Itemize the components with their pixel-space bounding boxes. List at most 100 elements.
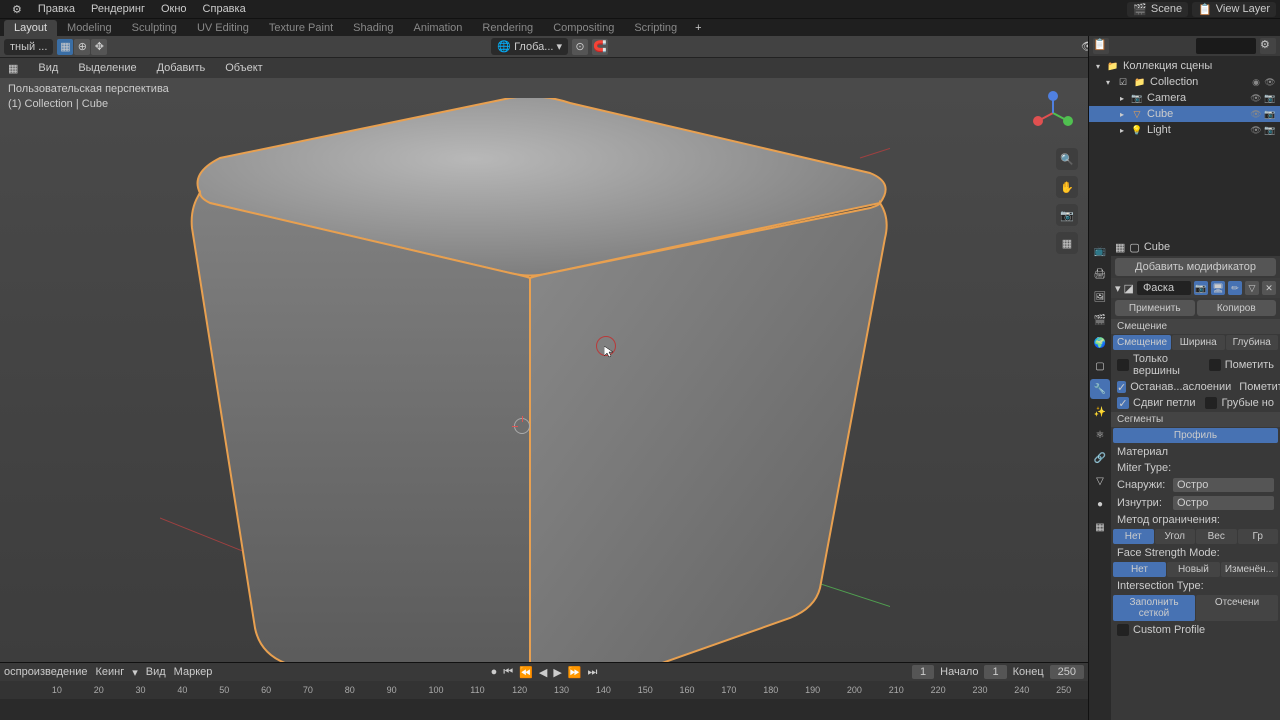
prop-tab-particle[interactable]: ✨ [1090, 402, 1110, 422]
miter-outer[interactable]: Остро [1173, 478, 1274, 492]
prop-tab-modifier[interactable]: 🔧 [1090, 379, 1110, 399]
orientation-dropdown[interactable]: 🌐 Глоба... ▾ [491, 38, 568, 55]
camera-icon[interactable]: 📷 [1056, 204, 1078, 226]
tab-uv[interactable]: UV Editing [187, 20, 259, 36]
zoom-icon[interactable]: 🔍 [1056, 148, 1078, 170]
pivot-icon[interactable]: ⊙ [572, 39, 588, 55]
mod-display-cage[interactable]: ▽ [1245, 281, 1259, 295]
mode-dropdown[interactable]: тный ... [4, 39, 53, 55]
prop-tab-render[interactable]: 📺 [1090, 241, 1110, 261]
tab-texture[interactable]: Texture Paint [259, 20, 343, 36]
tree-scene-collection[interactable]: ▾📁Коллекция сцены [1089, 58, 1280, 74]
prop-tab-world[interactable]: 🌍 [1090, 333, 1110, 353]
tree-camera[interactable]: ▸📷Camera 👁📷 [1089, 90, 1280, 106]
tab-shading[interactable]: Shading [343, 20, 403, 36]
chk-custom-profile[interactable] [1117, 624, 1129, 636]
next-key-icon[interactable]: ⏩ [566, 666, 584, 679]
prop-tab-mesh[interactable]: ▽ [1090, 471, 1110, 491]
prop-tab-scene[interactable]: 🎬 [1090, 310, 1110, 330]
blender-icon[interactable]: ⚙ [4, 3, 30, 16]
add-workspace[interactable]: + [687, 22, 709, 34]
navigation-gizmo[interactable] [1028, 88, 1078, 138]
prev-key-icon[interactable]: ⏪ [517, 666, 535, 679]
viewlayer-selector[interactable]: 📋 View Layer [1192, 2, 1276, 17]
jump-start-icon[interactable]: ⏮ [501, 666, 515, 679]
viewport-3d[interactable]: Пользовательская перспектива (1) Collect… [0, 78, 1088, 662]
ortho-icon[interactable]: ▦ [1056, 232, 1078, 254]
move-tool-icon[interactable]: ✥ [91, 39, 107, 55]
prop-tab-viewlayer[interactable]: 🖼 [1090, 287, 1110, 307]
autokey-icon[interactable]: ● [489, 666, 500, 678]
editor-type-icon[interactable]: ▦ [4, 62, 22, 75]
mod-display-viewport[interactable]: 🖥 [1211, 281, 1225, 295]
apply-button[interactable]: Применить [1115, 300, 1195, 316]
modifier-name-input[interactable]: Фаска [1137, 281, 1191, 295]
chk-loop-slide[interactable]: ✓ [1117, 397, 1129, 409]
prop-tab-object[interactable]: ▢ [1090, 356, 1110, 376]
mod-display-edit[interactable]: ✏ [1228, 281, 1242, 295]
menu-render[interactable]: Рендеринг [83, 3, 153, 15]
tab-rendering[interactable]: Rendering [472, 20, 543, 36]
add-modifier-button[interactable]: Добавить модификатор [1115, 258, 1276, 276]
timeline-ruler[interactable]: 1020304050607080901001101201301401501601… [0, 681, 1088, 699]
tab-sculpting[interactable]: Sculpting [122, 20, 187, 36]
tab-compositing[interactable]: Compositing [543, 20, 624, 36]
outliner-mode-icon[interactable]: 📋 [1093, 38, 1109, 54]
fs-none[interactable]: Нет [1113, 562, 1166, 577]
limit-weight[interactable]: Вес [1196, 529, 1237, 544]
outliner-search[interactable] [1196, 38, 1256, 54]
tree-collection[interactable]: ▾☑📁Collection ◉👁 [1089, 74, 1280, 90]
outliner-filter-icon[interactable]: ⚙ [1260, 38, 1276, 54]
tab-scripting[interactable]: Scripting [624, 20, 687, 36]
tab-animation[interactable]: Animation [404, 20, 473, 36]
tree-cube[interactable]: ▸▽Cube 👁📷 [1089, 106, 1280, 122]
chk-only-verts[interactable] [1117, 359, 1129, 371]
tl-menu-playback[interactable]: оспроизведение [4, 666, 87, 678]
offset-tab-offset[interactable]: Смещение [1113, 335, 1171, 350]
prop-tab-texture[interactable]: ▦ [1090, 517, 1110, 537]
snap-icon[interactable]: 🧲 [592, 39, 608, 55]
play-icon[interactable]: ▶ [551, 666, 563, 679]
mod-display-render[interactable]: 📷 [1194, 281, 1208, 295]
prop-tab-constraint[interactable]: 🔗 [1090, 448, 1110, 468]
menu-edit[interactable]: Правка [30, 3, 83, 15]
start-frame[interactable]: 1 [984, 665, 1006, 679]
jump-end-icon[interactable]: ⏭ [586, 666, 600, 679]
limit-none[interactable]: Нет [1113, 529, 1154, 544]
offset-tab-depth[interactable]: Глубина [1226, 335, 1279, 350]
tl-menu-marker[interactable]: Маркер [174, 666, 213, 678]
menu-view[interactable]: Вид [34, 62, 62, 74]
current-frame[interactable]: 1 [912, 665, 934, 679]
menu-select[interactable]: Выделение [74, 62, 140, 74]
tab-modeling[interactable]: Modeling [57, 20, 122, 36]
tl-menu-keying[interactable]: Кеинг [95, 666, 124, 678]
miter-inner[interactable]: Остро [1173, 496, 1274, 510]
limit-vg[interactable]: Гр [1238, 529, 1279, 544]
scene-selector[interactable]: 🎬 Scene [1127, 2, 1188, 17]
prop-tab-physics[interactable]: ⚛ [1090, 425, 1110, 445]
copy-button[interactable]: Копиров [1197, 300, 1277, 316]
pan-icon[interactable]: ✋ [1056, 176, 1078, 198]
end-frame[interactable]: 250 [1050, 665, 1084, 679]
menu-add[interactable]: Добавить [153, 62, 210, 74]
prop-tab-output[interactable]: 🖨 [1090, 264, 1110, 284]
tab-layout[interactable]: Layout [4, 20, 57, 36]
tl-menu-view[interactable]: Вид [146, 666, 166, 678]
select-box-icon[interactable]: ▦ [57, 39, 73, 55]
prop-tab-material[interactable]: ● [1090, 494, 1110, 514]
fs-affected[interactable]: Изменён... [1221, 562, 1278, 577]
chk-clamp[interactable]: ✓ [1117, 381, 1126, 393]
profile-field[interactable]: Профиль [1113, 428, 1278, 443]
int-cutoff[interactable]: Отсечени [1196, 595, 1278, 621]
menu-window[interactable]: Окно [153, 3, 195, 15]
limit-angle[interactable]: Угол [1155, 529, 1196, 544]
mod-delete[interactable]: ✕ [1262, 281, 1276, 295]
menu-help[interactable]: Справка [195, 3, 254, 15]
play-reverse-icon[interactable]: ◀ [537, 666, 549, 679]
cursor-tool-icon[interactable]: ⊕ [74, 39, 90, 55]
int-grid[interactable]: Заполнить сеткой [1113, 595, 1195, 621]
menu-object[interactable]: Объект [221, 62, 266, 74]
tree-light[interactable]: ▸💡Light 👁📷 [1089, 122, 1280, 138]
fs-new[interactable]: Новый [1167, 562, 1220, 577]
offset-tab-width[interactable]: Ширина [1172, 335, 1225, 350]
